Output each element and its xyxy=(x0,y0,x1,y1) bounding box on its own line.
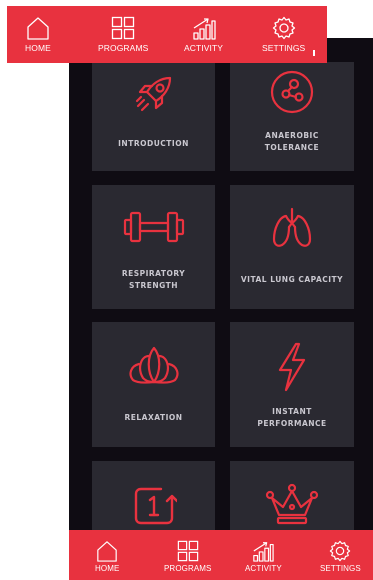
gear-icon xyxy=(330,540,351,562)
crown-icon xyxy=(265,483,319,525)
repeat-one-icon xyxy=(134,487,177,525)
rocket-icon xyxy=(135,76,171,112)
lightning-icon xyxy=(278,342,306,392)
nav-home[interactable]: HOME xyxy=(25,16,51,53)
lotus-icon xyxy=(128,346,179,384)
gear-icon xyxy=(272,16,295,40)
nav-activity[interactable]: ACTIVITY xyxy=(184,16,223,53)
home-icon xyxy=(27,17,49,40)
nav-activity[interactable]: ACTIVITY xyxy=(245,540,282,573)
lungs-icon xyxy=(272,207,312,247)
program-tile-instant-performance[interactable]: INSTANT PERFORMANCE xyxy=(230,322,354,447)
nav-label: ACTIVITY xyxy=(184,43,224,53)
program-label: VITAL LUNG CAPACITY xyxy=(240,275,344,284)
program-tile-relaxation[interactable]: RELAXATION xyxy=(92,322,215,447)
program-label: ANAEROBIC TOLERANCE xyxy=(264,131,320,152)
program-label: RESPIRATORY STRENGTH xyxy=(121,269,186,290)
edge-marker xyxy=(313,50,315,56)
nav-programs[interactable]: PROGRAMS xyxy=(98,16,148,53)
bar-chart-icon xyxy=(253,542,275,562)
grid-icon xyxy=(112,16,135,40)
programs-panel: INTRODUCTION ANAEROBIC TOLERANCE RESPIRA… xyxy=(69,38,373,580)
nav-label: SETTINGS xyxy=(320,564,361,573)
program-tile-respiratory-strength[interactable]: RESPIRATORY STRENGTH xyxy=(92,185,215,309)
grid-icon xyxy=(177,540,198,562)
program-label: INSTANT PERFORMANCE xyxy=(257,407,327,428)
program-tile-vital-lung-capacity[interactable]: VITAL LUNG CAPACITY xyxy=(230,185,354,309)
home-icon xyxy=(97,541,117,562)
top-nav-bar: HOME PROGRAMS ACTIVITY SETTINGS xyxy=(7,6,327,63)
app-screen: INTRODUCTION ANAEROBIC TOLERANCE RESPIRA… xyxy=(0,0,373,580)
program-label: RELAXATION xyxy=(124,413,183,422)
program-tile-anaerobic-tolerance[interactable]: ANAEROBIC TOLERANCE xyxy=(230,62,354,171)
program-label: INTRODUCTION xyxy=(118,139,189,148)
cells-icon xyxy=(270,70,314,114)
nav-label: HOME xyxy=(25,43,51,53)
nav-settings[interactable]: SETTINGS xyxy=(262,16,305,53)
dumbbell-icon xyxy=(123,211,184,243)
bar-chart-icon xyxy=(192,18,216,40)
bottom-nav-bar: HOME PROGRAMS ACTIVITY SETTINGS xyxy=(69,530,373,580)
nav-programs[interactable]: PROGRAMS xyxy=(164,540,211,573)
nav-label: ACTIVITY xyxy=(245,564,282,573)
program-tile-introduction[interactable]: INTRODUCTION xyxy=(92,62,215,171)
nav-settings[interactable]: SETTINGS xyxy=(320,540,361,573)
nav-home[interactable]: HOME xyxy=(95,540,119,573)
nav-label: HOME xyxy=(95,564,120,573)
nav-label: PROGRAMS xyxy=(164,564,212,573)
nav-label: SETTINGS xyxy=(262,43,306,53)
nav-label: PROGRAMS xyxy=(98,43,149,53)
